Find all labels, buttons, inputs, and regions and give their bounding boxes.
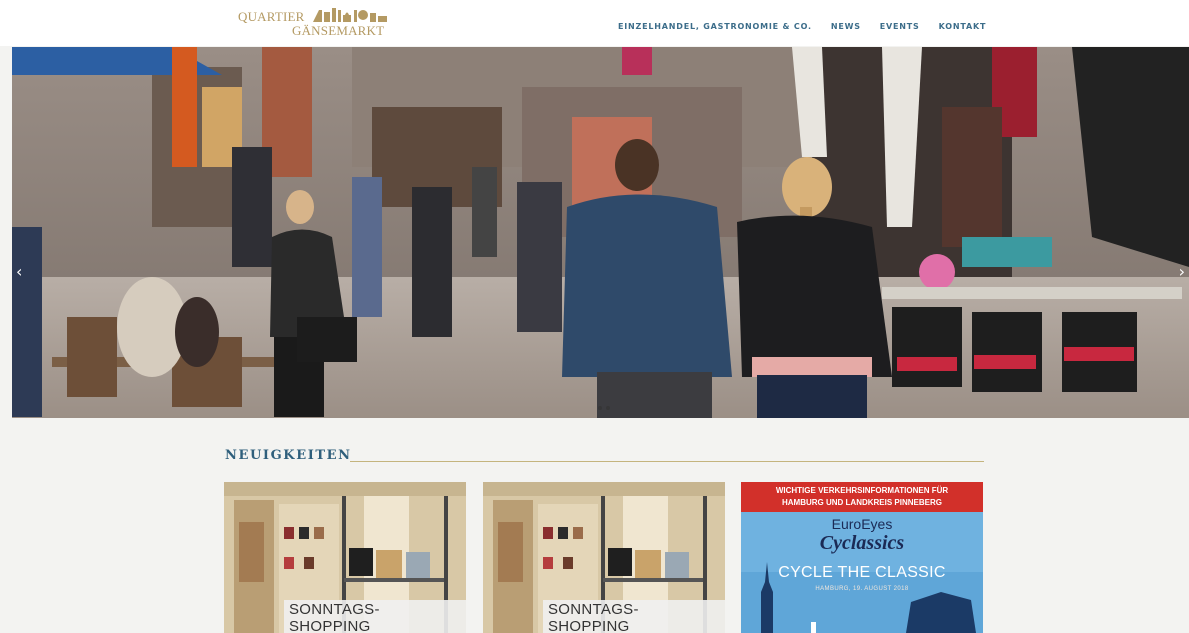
slider-prev-icon[interactable]: ‹ <box>16 262 22 281</box>
news-divider <box>350 461 984 462</box>
banner-line1: WICHTIGE VERKEHRSINFORMATIONEN FÜR <box>775 486 949 495</box>
nav-item-einzelhandel[interactable]: EINZELHANDEL, GASTRONOMIE & CO. <box>618 22 812 31</box>
card-caption: SONNTAGS-SHOPPING <box>284 600 466 633</box>
news-card-cyclassics[interactable]: WICHTIGE VERKEHRSINFORMATIONEN FÜR HAMBU… <box>741 482 983 633</box>
main-nav: EINZELHANDEL, GASTRONOMIE & CO. NEWS EVE… <box>618 22 1005 31</box>
site-header: QUARTIER GÄNSEMARKT EINZELHANDEL, GASTRO… <box>0 0 1189 46</box>
hero-street-photo <box>12 47 1189 418</box>
event-logo: Cyclassics <box>819 532 905 554</box>
event-tagline: CYCLE THE CLASSIC <box>778 564 946 581</box>
slider-dot[interactable] <box>606 406 610 410</box>
news-heading: NEUIGKEITEN <box>225 448 352 463</box>
traffic-info-banner: WICHTIGE VERKEHRSINFORMATIONEN FÜR HAMBU… <box>741 482 983 512</box>
slider-dots <box>598 406 610 410</box>
logo-shopping-icon <box>313 8 387 22</box>
nav-item-kontakt[interactable]: KONTAKT <box>939 22 987 31</box>
banner-line2: HAMBURG UND LANDKREIS PINNEBERG <box>781 498 942 507</box>
nav-item-events[interactable]: EVENTS <box>880 22 920 31</box>
hero-slider[interactable]: ‹ › <box>12 47 1189 418</box>
news-card-sonntags-shopping-1[interactable]: SONNTAGS-SHOPPING <box>224 482 466 633</box>
brand-logo: EuroEyes <box>831 516 893 532</box>
slider-next-icon[interactable]: › <box>1179 262 1185 281</box>
slider-dot[interactable] <box>598 406 602 410</box>
event-date: HAMBURG, 19. AUGUST 2018 <box>815 586 909 592</box>
site-logo[interactable]: QUARTIER GÄNSEMARKT <box>238 6 393 40</box>
nav-item-news[interactable]: NEWS <box>831 22 861 31</box>
card-caption: SONNTAGS-SHOPPING <box>543 600 725 633</box>
news-card-sonntags-shopping-2[interactable]: SONNTAGS-SHOPPING <box>483 482 725 633</box>
logo-line2: GÄNSEMARKT <box>292 23 385 38</box>
